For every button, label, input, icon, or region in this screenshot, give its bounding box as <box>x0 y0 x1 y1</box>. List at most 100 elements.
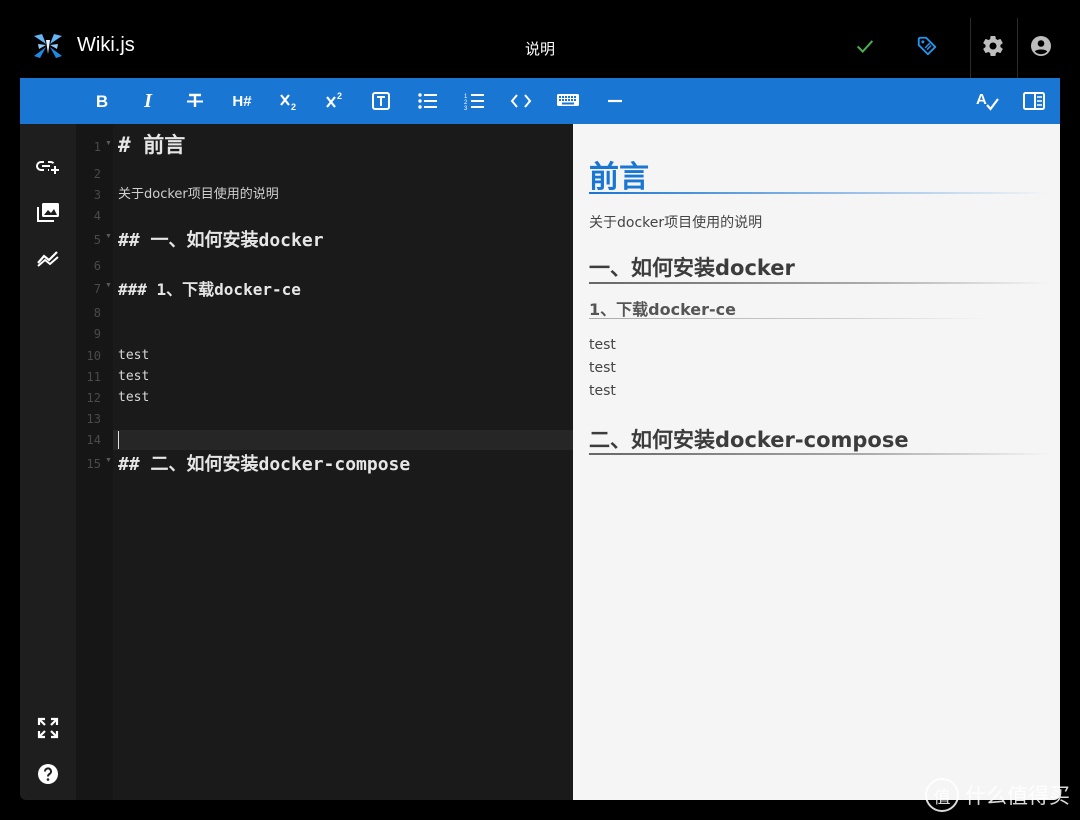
keyboard-key-button[interactable] <box>553 86 583 116</box>
preview-paragraph: test <box>589 360 616 376</box>
list-bulleted-icon <box>418 93 437 109</box>
subscript-icon: 2 <box>280 94 296 112</box>
arrow-expand-icon <box>37 717 59 739</box>
editor-window: Wiki.js 说明 B I H# 2 2 1 2 3 A 1 ▼ # 前言 2… <box>20 0 1060 800</box>
spellcheck-icon: A <box>976 91 999 111</box>
split-view-icon <box>1023 92 1045 110</box>
editor-line[interactable]: 8 <box>76 303 573 323</box>
markdown-preview: 前言 关于docker项目使用的说明 一、如何安装docker 1、下载dock… <box>573 124 1060 800</box>
svg-text:2: 2 <box>337 91 342 101</box>
fold-arrow-icon[interactable]: ▼ <box>105 230 112 244</box>
editor-line[interactable]: 15 ▼ ## 二、如何安装docker-compose <box>76 454 573 475</box>
preview-paragraph: test <box>589 337 616 353</box>
gear-icon <box>983 36 1003 57</box>
svg-text:2: 2 <box>291 102 296 112</box>
editor-line[interactable]: 6 <box>76 256 573 276</box>
subscript-button[interactable]: 2 <box>274 86 304 116</box>
insert-link-button[interactable] <box>32 150 64 182</box>
line-text: # 前言 <box>118 133 186 157</box>
editor-line[interactable]: 12 test <box>76 388 573 408</box>
svg-text:3: 3 <box>464 106 468 111</box>
top-bar: Wiki.js 说明 <box>20 0 1060 78</box>
preview-paragraph: 关于docker项目使用的说明 <box>589 215 763 231</box>
chart-line-icon <box>37 251 59 267</box>
editor-line[interactable]: 1 ▼ # 前言 <box>76 133 573 157</box>
line-text: test <box>118 390 150 405</box>
line-text: test <box>118 348 150 363</box>
insert-diagram-button[interactable] <box>32 242 64 274</box>
superscript-icon: 2 <box>326 91 342 108</box>
fold-arrow-icon[interactable]: ▼ <box>105 137 112 151</box>
line-text: ### 1、下载docker-ce <box>118 280 301 299</box>
strikethrough-button[interactable] <box>180 86 210 116</box>
editor-line[interactable]: 13 <box>76 409 573 429</box>
svg-text:A: A <box>976 91 987 108</box>
unordered-list-button[interactable] <box>413 86 443 116</box>
editor-line[interactable]: 5 ▼ ## 一、如何安装docker <box>76 230 573 251</box>
link-plus-icon <box>36 161 59 174</box>
preview-heading-2: 一、如何安装docker <box>589 256 795 280</box>
properties-button[interactable] <box>913 32 941 60</box>
settings-button[interactable] <box>979 32 1007 60</box>
keyboard-icon <box>557 94 579 106</box>
editor-line[interactable]: 10 test <box>76 346 573 366</box>
italic-button[interactable]: I <box>133 86 163 116</box>
help-button[interactable] <box>32 758 64 790</box>
editor-line[interactable]: 7 ▼ ### 1、下载docker-ce <box>76 279 573 299</box>
strikethrough-icon <box>187 93 203 107</box>
heading-icon: H# <box>232 92 252 110</box>
bold-button[interactable]: B <box>87 86 117 116</box>
account-button[interactable] <box>1027 32 1055 60</box>
inline-code-button[interactable] <box>506 86 536 116</box>
ordered-list-button[interactable]: 1 2 3 <box>460 86 490 116</box>
insert-assets-button[interactable] <box>32 196 64 228</box>
heading-underline <box>589 318 989 319</box>
heading-underline <box>589 282 1049 284</box>
editor-line[interactable]: 9 <box>76 324 573 344</box>
editor-line[interactable]: 2 <box>76 164 573 184</box>
list-numbered-icon: 1 2 3 <box>464 94 484 111</box>
help-circle-icon <box>38 764 58 784</box>
line-text: 关于docker项目使用的说明 <box>118 187 279 202</box>
editor-line[interactable]: 4 <box>76 206 573 226</box>
watermark-logo-icon: 值 <box>925 778 959 812</box>
watermark: 值 什么值得买 <box>925 778 1070 812</box>
fullscreen-button[interactable] <box>32 712 64 744</box>
save-button[interactable] <box>851 32 879 60</box>
superscript-button[interactable]: 2 <box>320 86 350 116</box>
header-divider <box>1017 18 1018 78</box>
heading-underline <box>589 453 1049 455</box>
toggle-preview-button[interactable] <box>1019 86 1049 116</box>
line-text: ## 一、如何安装docker <box>118 230 324 251</box>
fold-arrow-icon[interactable]: ▼ <box>105 454 112 468</box>
italic-icon: I <box>144 90 152 112</box>
header-divider <box>970 18 971 78</box>
watermark-text: 什么值得买 <box>965 784 1070 808</box>
markdown-editor[interactable]: 1 ▼ # 前言 2 3 关于docker项目使用的说明 4 5 ▼ ## 一、… <box>76 124 573 800</box>
line-text: test <box>118 369 150 384</box>
formatting-toolbar: B I H# 2 2 1 2 3 A <box>20 78 1060 124</box>
minus-icon <box>608 99 622 103</box>
page-title[interactable]: 说明 <box>20 38 1060 59</box>
editor-line[interactable]: 14 <box>76 430 573 450</box>
line-text: ## 二、如何安装docker-compose <box>118 454 411 475</box>
check-icon <box>856 40 874 53</box>
text-box-icon <box>372 92 390 110</box>
bold-icon: B <box>95 91 109 111</box>
editor-line[interactable]: 11 test <box>76 367 573 387</box>
heading-underline <box>589 192 1049 194</box>
spellcheck-button[interactable]: A <box>973 86 1003 116</box>
editor-line[interactable]: 3 关于docker项目使用的说明 <box>76 185 573 205</box>
preview-heading-2: 二、如何安装docker-compose <box>589 428 909 452</box>
blockquote-button[interactable] <box>366 86 396 116</box>
preview-heading-1: 前言 <box>589 160 649 195</box>
preview-heading-3: 1、下载docker-ce <box>589 300 736 319</box>
side-rail <box>20 124 76 800</box>
fold-arrow-icon[interactable]: ▼ <box>105 279 112 293</box>
heading-button[interactable]: H# <box>227 86 257 116</box>
code-icon <box>510 94 532 108</box>
preview-paragraph: test <box>589 383 616 399</box>
account-circle-icon <box>1031 36 1051 56</box>
image-multiple-icon <box>37 203 59 222</box>
horizontal-rule-button[interactable] <box>600 86 630 116</box>
